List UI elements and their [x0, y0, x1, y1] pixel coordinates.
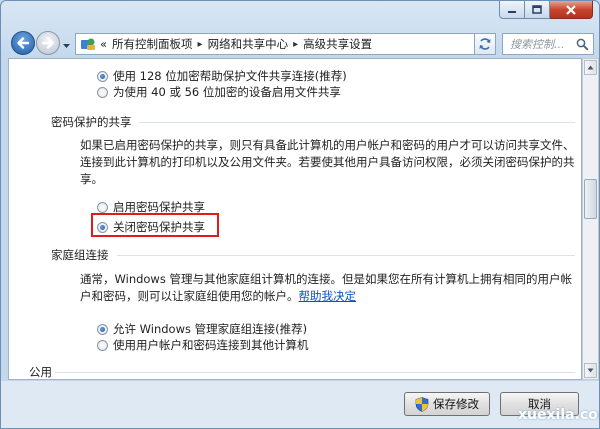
option-label: 使用 128 位加密帮助保护文件共享连接(推荐)	[113, 69, 347, 83]
explorer-window: « 所有控制面板项 ▸ 网络和共享中心 ▸ 高级共享设置 搜索控制... 使用 …	[0, 0, 600, 429]
forward-button[interactable]	[36, 31, 60, 55]
settings-content: 使用 128 位加密帮助保护文件共享连接(推荐) 为使用 40 或 56 位加密…	[8, 58, 582, 380]
uac-shield-icon	[415, 396, 429, 412]
highlight-box	[91, 213, 219, 237]
scroll-up-button[interactable]	[584, 60, 597, 75]
control-panel-icon	[81, 38, 95, 50]
option-use-user-accounts[interactable]: 使用用户帐户和密码连接到其他计算机	[97, 337, 309, 353]
chevron-down-icon	[587, 368, 594, 373]
search-icon[interactable]	[576, 38, 589, 51]
vertical-scrollbar[interactable]	[582, 58, 599, 380]
section-homegroup-title: 家庭组连接	[51, 248, 109, 262]
radio-windows-manage[interactable]	[97, 323, 108, 335]
option-label: 使用用户帐户和密码连接到其他计算机	[113, 338, 309, 352]
maximize-button[interactable]	[525, 1, 550, 19]
help-me-decide-link[interactable]: 帮助我决定	[299, 289, 357, 303]
breadcrumb-separator-icon[interactable]: ▸	[293, 39, 298, 50]
breadcrumb-separator-icon[interactable]: ▸	[198, 39, 203, 50]
maximize-icon	[532, 5, 542, 14]
breadcrumb-prefix[interactable]: «	[100, 37, 107, 51]
option-label: 允许 Windows 管理家庭组连接(推荐)	[113, 322, 308, 336]
radio-40-56bit[interactable]	[97, 86, 108, 98]
back-button[interactable]	[11, 31, 35, 55]
search-input[interactable]	[508, 36, 580, 52]
option-windows-manage-homegroup[interactable]: 允许 Windows 管理家庭组连接(推荐)	[97, 321, 307, 337]
breadcrumb-control-panel[interactable]: 所有控制面板项	[112, 36, 193, 52]
option-label: 为使用 40 或 56 位加密的设备启用文件共享	[113, 85, 341, 99]
scroll-thumb[interactable]	[584, 179, 597, 219]
arrow-right-icon	[41, 37, 54, 49]
navigation-bar: « 所有控制面板项 ▸ 网络和共享中心 ▸ 高级共享设置	[1, 23, 599, 57]
breadcrumb-network-center[interactable]: 网络和共享中心	[208, 36, 289, 52]
chevron-down-icon	[63, 44, 70, 48]
recent-pages-dropdown[interactable]	[62, 38, 71, 52]
watermark: xuexila.com	[518, 407, 599, 423]
minimize-button[interactable]	[499, 1, 525, 19]
refresh-button[interactable]	[474, 33, 496, 55]
save-changes-button[interactable]: 保存修改	[404, 392, 490, 416]
section-divider	[117, 255, 575, 256]
bottom-button-bar: 保存修改 取消	[1, 381, 599, 428]
chevron-up-icon	[587, 65, 594, 70]
section-divider	[139, 122, 575, 123]
section-password-sharing-title: 密码保护的共享	[51, 115, 132, 129]
option-40-56bit-encryption[interactable]: 为使用 40 或 56 位加密的设备启用文件共享	[97, 84, 341, 100]
radio-enable-password[interactable]	[97, 201, 108, 213]
password-sharing-description: 如果已启用密码保护的共享，则只有具备此计算机的用户帐户和密码的用户才可以访问共享…	[80, 138, 575, 186]
radio-user-accounts[interactable]	[97, 339, 108, 351]
option-128bit-encryption[interactable]: 使用 128 位加密帮助保护文件共享连接(推荐)	[97, 68, 347, 84]
section-divider	[55, 372, 575, 373]
caption-buttons	[499, 1, 593, 19]
arrow-left-icon	[17, 37, 30, 49]
section-public-title[interactable]: 公用	[29, 364, 52, 379]
refresh-icon	[479, 38, 491, 50]
radio-128bit[interactable]	[97, 70, 108, 82]
address-bar[interactable]: « 所有控制面板项 ▸ 网络和共享中心 ▸ 高级共享设置	[75, 33, 495, 55]
close-icon	[566, 4, 576, 15]
homegroup-description: 通常，Windows 管理与其他家庭组计算机的连接。但是如果您在所有计算机上拥有…	[80, 272, 572, 303]
breadcrumb-advanced-sharing[interactable]: 高级共享设置	[303, 36, 372, 52]
scroll-down-button[interactable]	[584, 363, 597, 378]
close-button[interactable]	[550, 1, 593, 19]
save-button-label: 保存修改	[433, 397, 479, 411]
search-box[interactable]	[502, 33, 594, 55]
minimize-icon	[508, 10, 516, 13]
